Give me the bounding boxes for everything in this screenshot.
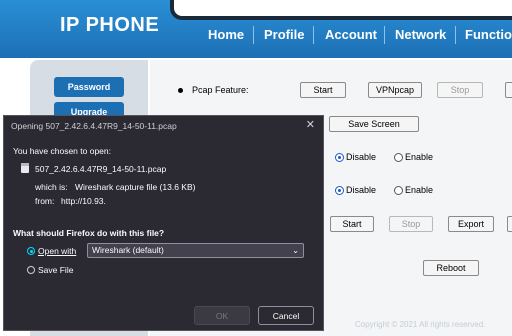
header-panel bbox=[170, 0, 512, 20]
reboot-button[interactable]: Reboot bbox=[423, 260, 479, 276]
nav-divider bbox=[253, 26, 254, 44]
brand-title: IP PHONE bbox=[60, 14, 160, 36]
log-start-button[interactable]: Start bbox=[330, 216, 374, 232]
app-header: IP PHONE Home Profile Account Network Fu… bbox=[0, 0, 512, 58]
pcap-start-button[interactable]: Start bbox=[300, 82, 346, 98]
row1-disable-label: Disable bbox=[346, 152, 377, 162]
from-value: http://10.93. bbox=[61, 196, 106, 206]
pcap-extra-button[interactable] bbox=[505, 82, 512, 98]
nav-home[interactable]: Home bbox=[208, 27, 244, 42]
dialog-title: Opening 507_2.42.6.4.47R9_14-50-11.pcap bbox=[11, 121, 177, 131]
row1-disable-radio[interactable] bbox=[335, 153, 344, 162]
pcap-stop-button[interactable]: Stop bbox=[437, 82, 483, 98]
file-icon bbox=[21, 163, 29, 173]
save-file-radio[interactable] bbox=[27, 266, 35, 274]
bullet-icon bbox=[178, 88, 183, 93]
sidebar-item-password[interactable]: Password bbox=[54, 77, 124, 97]
row2-enable-radio[interactable] bbox=[394, 186, 403, 195]
chevron-down-icon: ⌄ bbox=[292, 246, 299, 255]
row2-enable-label: Enable bbox=[405, 185, 434, 195]
which-is-label: which is: bbox=[35, 182, 68, 192]
dialog-intro: You have chosen to open: bbox=[13, 146, 111, 156]
row2-disable-radio[interactable] bbox=[335, 186, 344, 195]
nav-function[interactable]: Function bbox=[465, 27, 512, 42]
row1-enable-label: Enable bbox=[405, 152, 434, 162]
log-export-button[interactable]: Export bbox=[448, 216, 494, 232]
open-with-value: Wireshark (default) bbox=[92, 245, 164, 255]
dialog-question: What should Firefox do with this file? bbox=[13, 228, 165, 238]
open-with-label: Open with bbox=[38, 246, 77, 256]
nav-divider bbox=[313, 26, 314, 44]
pcap-feature-label: Pcap Feature: bbox=[192, 85, 249, 95]
open-with-select[interactable]: Wireshark (default) ⌄ bbox=[87, 243, 304, 258]
ok-button[interactable]: OK bbox=[194, 306, 250, 325]
nav-divider bbox=[384, 26, 385, 44]
cancel-button[interactable]: Cancel bbox=[258, 306, 314, 325]
copyright-text: Copyright © 2021 All rights reserved. bbox=[355, 320, 486, 329]
vpnpcap-button[interactable]: VPNpcap bbox=[368, 82, 422, 98]
close-icon[interactable]: ✕ bbox=[306, 118, 315, 131]
download-dialog: Opening 507_2.42.6.4.47R9_14-50-11.pcap … bbox=[3, 115, 324, 331]
row1-enable-radio[interactable] bbox=[394, 153, 403, 162]
nav-network[interactable]: Network bbox=[395, 27, 446, 42]
row2-disable-label: Disable bbox=[346, 185, 377, 195]
open-with-radio[interactable] bbox=[27, 247, 35, 255]
save-screen-button[interactable]: Save Screen bbox=[329, 116, 419, 132]
which-is-value: Wireshark capture file (13.6 KB) bbox=[75, 182, 196, 192]
save-file-label: Save File bbox=[38, 265, 74, 275]
log-extra-button[interactable] bbox=[507, 216, 512, 232]
nav-divider bbox=[455, 26, 456, 44]
nav-profile[interactable]: Profile bbox=[264, 27, 304, 42]
dialog-filename: 507_2.42.6.4.47R9_14-50-11.pcap bbox=[35, 164, 167, 174]
from-label: from: bbox=[35, 196, 55, 206]
nav-account[interactable]: Account bbox=[325, 27, 377, 42]
log-stop-button[interactable]: Stop bbox=[389, 216, 433, 232]
